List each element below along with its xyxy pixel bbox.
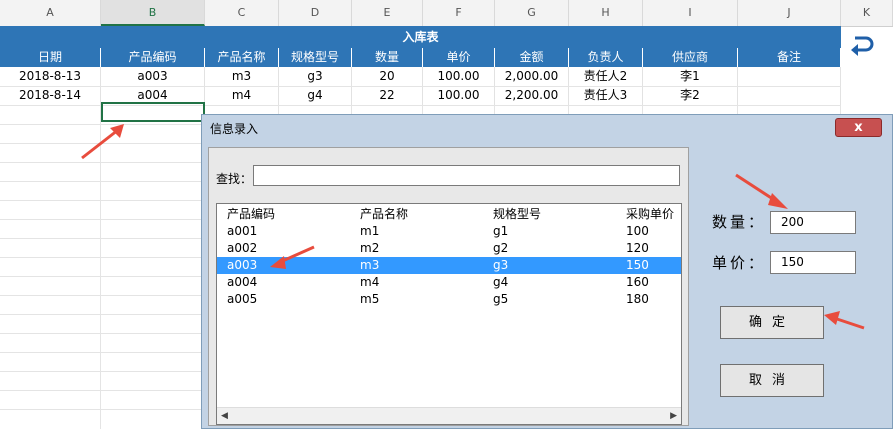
grid-line xyxy=(0,86,841,87)
cell[interactable]: 20 xyxy=(352,67,423,86)
list-cell: g5 xyxy=(493,292,509,306)
cell[interactable]: a003 xyxy=(101,67,205,86)
header-product-name[interactable]: 产品名称 xyxy=(205,48,279,67)
list-cell: g1 xyxy=(493,224,509,238)
list-item[interactable]: a004 m4 g4 160 xyxy=(217,274,681,291)
cell[interactable]: 2018-8-14 xyxy=(0,86,101,105)
list-cell: a001 xyxy=(227,224,258,238)
list-cell: g3 xyxy=(493,258,509,272)
quantity-label: 数量： xyxy=(712,213,767,231)
header-owner[interactable]: 负责人 xyxy=(569,48,643,67)
list-cell: a004 xyxy=(227,275,258,289)
cancel-button[interactable]: 取消 xyxy=(720,364,824,397)
cell[interactable]: 100.00 xyxy=(423,67,495,86)
col-header-e[interactable]: E xyxy=(352,0,423,26)
cell[interactable]: g4 xyxy=(279,86,352,105)
search-input[interactable] xyxy=(253,165,680,186)
list-cell: 120 xyxy=(626,241,649,255)
list-cell: m4 xyxy=(360,275,380,289)
selected-cell[interactable] xyxy=(101,102,205,122)
cell[interactable]: 22 xyxy=(352,86,423,105)
cell[interactable]: m3 xyxy=(205,67,279,86)
cell[interactable]: 2018-8-13 xyxy=(0,67,101,86)
search-label: 查找： xyxy=(216,172,253,186)
list-cell: m5 xyxy=(360,292,380,306)
list-cell: m3 xyxy=(360,258,380,272)
cell[interactable]: 2,000.00 xyxy=(495,67,569,86)
price-label: 单价： xyxy=(712,254,767,272)
header-supplier[interactable]: 供应商 xyxy=(643,48,738,67)
header-quantity[interactable]: 数量 xyxy=(352,48,423,67)
cell[interactable] xyxy=(738,67,841,86)
header-spec[interactable]: 规格型号 xyxy=(279,48,352,67)
sheet-title[interactable]: 入库表 xyxy=(0,26,841,48)
list-cell: 160 xyxy=(626,275,649,289)
price-input[interactable]: 150 xyxy=(770,251,856,274)
info-entry-dialog: 信息录入 x 查找： 产品编码 产品名称 规格型号 采购单价 a001 m1 g… xyxy=(201,114,893,429)
cell[interactable]: m4 xyxy=(205,86,279,105)
list-cell: g2 xyxy=(493,241,509,255)
cell[interactable]: 100.00 xyxy=(423,86,495,105)
annotation-arrow-icon xyxy=(824,311,865,330)
dialog-close-button[interactable]: x xyxy=(835,118,882,137)
header-amount[interactable]: 金额 xyxy=(495,48,569,67)
undo-arrow-icon xyxy=(851,36,874,56)
cell[interactable]: 责任人3 xyxy=(569,86,643,105)
ok-button[interactable]: 确定 xyxy=(720,306,824,339)
undo-button[interactable] xyxy=(843,27,879,63)
list-header-name: 产品名称 xyxy=(360,207,409,221)
col-header-f[interactable]: F xyxy=(423,0,495,26)
table-header-row: 日期 产品编码 产品名称 规格型号 数量 单价 金额 负责人 供应商 备注 xyxy=(0,48,841,67)
list-cell: 150 xyxy=(626,258,649,272)
col-header-k[interactable]: K xyxy=(841,0,893,26)
list-cell: a002 xyxy=(227,241,258,255)
list-header-code: 产品编码 xyxy=(227,207,276,221)
cell[interactable]: 李1 xyxy=(643,67,738,86)
col-header-a[interactable]: A xyxy=(0,0,101,26)
annotation-arrow-icon xyxy=(81,124,124,160)
list-cell: a005 xyxy=(227,292,258,306)
header-remark[interactable]: 备注 xyxy=(738,48,841,67)
column-header-bar: A B C D E F G H I J K xyxy=(0,0,893,27)
cell[interactable] xyxy=(738,86,841,105)
list-item[interactable]: a005 m5 g5 180 xyxy=(217,291,681,308)
annotation-arrow-icon xyxy=(735,173,788,209)
horizontal-scrollbar[interactable]: ◀ ▶ xyxy=(217,407,681,424)
col-header-h[interactable]: H xyxy=(569,0,643,26)
list-header-price: 采购单价 xyxy=(626,207,675,221)
quantity-input[interactable]: 200 xyxy=(770,211,856,234)
annotation-arrow-icon xyxy=(270,245,315,269)
col-header-i[interactable]: I xyxy=(643,0,738,26)
col-header-g[interactable]: G xyxy=(495,0,569,26)
list-header-spec: 规格型号 xyxy=(493,207,542,221)
list-item[interactable]: a001 m1 g1 100 xyxy=(217,223,681,240)
col-header-b[interactable]: B xyxy=(101,0,205,26)
list-cell: g4 xyxy=(493,275,509,289)
list-cell: m1 xyxy=(360,224,380,238)
table-row: 2018-8-13 a003 m3 g3 20 100.00 2,000.00 … xyxy=(0,67,841,86)
col-header-d[interactable]: D xyxy=(279,0,352,26)
cell[interactable]: 责任人2 xyxy=(569,67,643,86)
header-product-code[interactable]: 产品编码 xyxy=(101,48,205,67)
cell[interactable]: 2,200.00 xyxy=(495,86,569,105)
scroll-left-icon[interactable]: ◀ xyxy=(221,411,228,421)
list-header: 产品编码 产品名称 规格型号 采购单价 xyxy=(217,206,681,223)
list-cell: 100 xyxy=(626,224,649,238)
col-header-j[interactable]: J xyxy=(738,0,841,26)
list-cell: 180 xyxy=(626,292,649,306)
header-date[interactable]: 日期 xyxy=(0,48,101,67)
list-cell: a003 xyxy=(227,258,258,272)
product-listbox[interactable]: 产品编码 产品名称 规格型号 采购单价 a001 m1 g1 100 a002 … xyxy=(216,203,682,425)
list-cell: m2 xyxy=(360,241,380,255)
header-unit-price[interactable]: 单价 xyxy=(423,48,495,67)
scroll-right-icon[interactable]: ▶ xyxy=(670,411,677,421)
cell[interactable]: 李2 xyxy=(643,86,738,105)
col-header-c[interactable]: C xyxy=(205,0,279,26)
dialog-title: 信息录入 xyxy=(210,122,259,136)
cell[interactable]: g3 xyxy=(279,67,352,86)
